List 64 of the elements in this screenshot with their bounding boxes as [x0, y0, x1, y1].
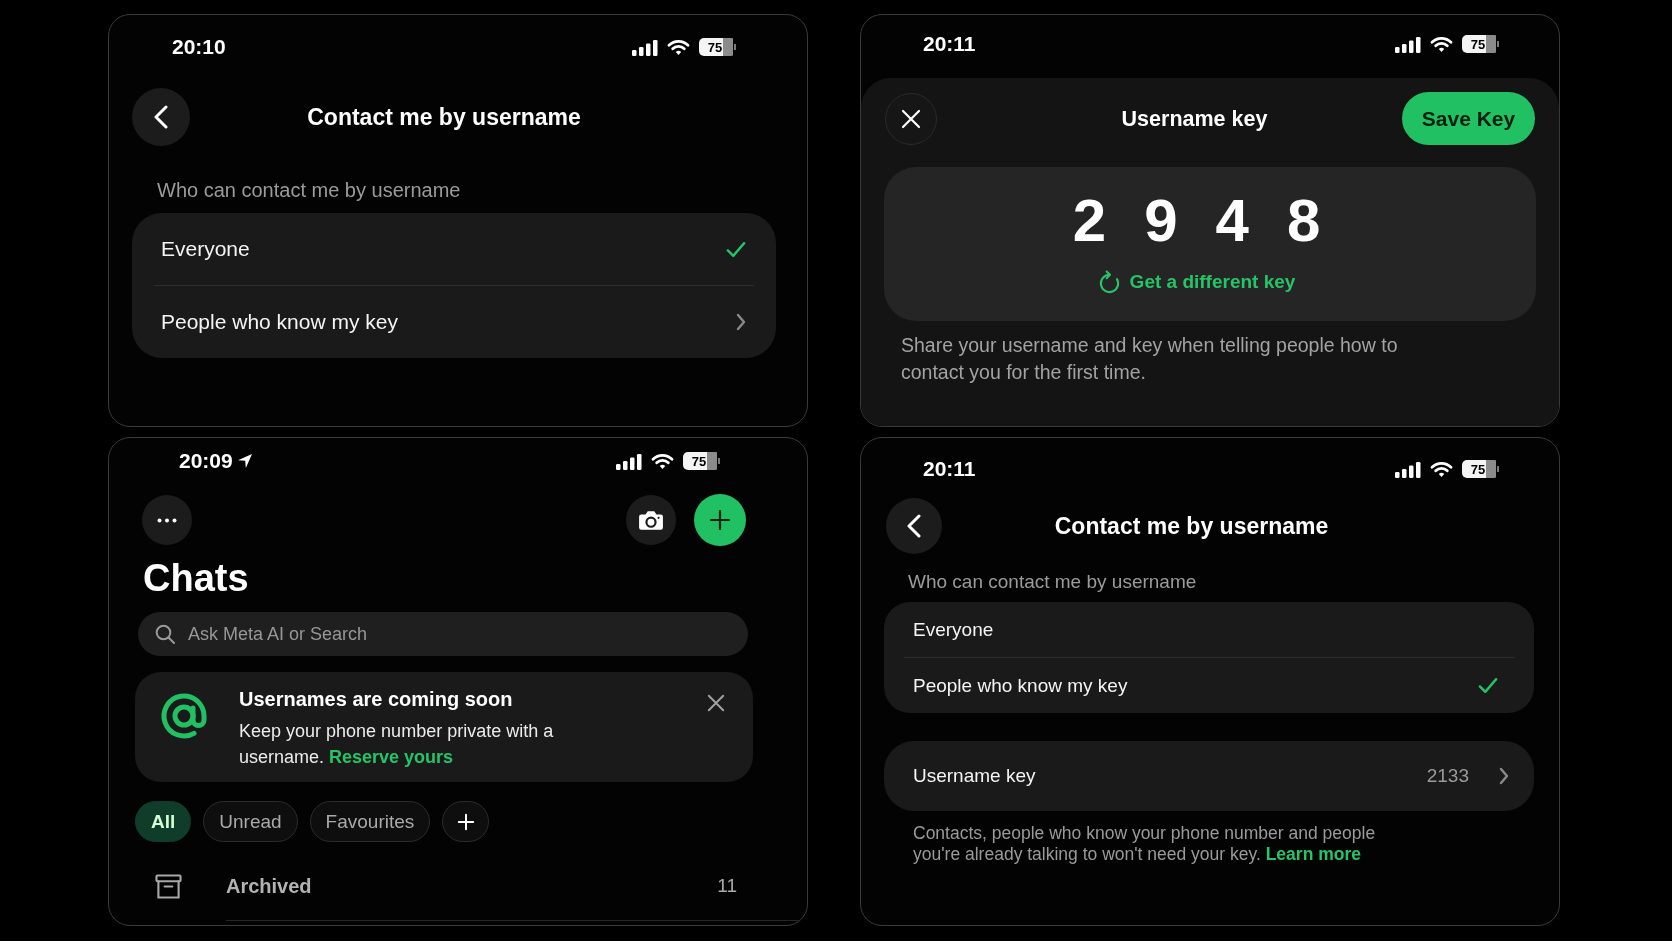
key-digit: 9 — [1144, 191, 1178, 251]
reserve-link[interactable]: Reserve yours — [329, 747, 454, 767]
status-time: 20:11 — [923, 457, 976, 481]
at-sign-icon — [159, 691, 209, 741]
section-label: Who can contact me by username — [157, 179, 461, 201]
battery-indicator: 75 — [1462, 460, 1499, 478]
username-key-row[interactable]: Username key 2133 — [884, 741, 1534, 811]
camera-button[interactable] — [626, 495, 676, 545]
battery-indicator: 75 — [683, 452, 720, 470]
close-button[interactable] — [707, 694, 725, 712]
archived-count: 11 — [717, 875, 737, 897]
archive-box-icon — [155, 873, 182, 899]
new-chat-button[interactable] — [694, 494, 746, 546]
page-title: Chats — [143, 556, 249, 600]
refresh-icon — [1097, 268, 1121, 295]
close-icon — [901, 108, 921, 129]
option-row[interactable]: People who know my key — [884, 658, 1534, 713]
close-icon — [707, 694, 725, 712]
battery-indicator: 75 — [1462, 35, 1499, 53]
signal-icon — [1395, 35, 1421, 53]
banner-text: Keep your phone number private with a username. Reserve yours — [239, 720, 555, 769]
battery-indicator: 75 — [699, 38, 736, 56]
signal-icon — [1395, 460, 1421, 478]
screen-title: Contact me by username — [1054, 512, 1329, 540]
filter-chip[interactable]: Favourites — [309, 801, 431, 842]
key-value: 2133 — [1426, 765, 1469, 787]
more-icon — [157, 517, 177, 523]
archived-row[interactable]: Archived 11 — [155, 866, 737, 906]
filter-chip[interactable]: Unread — [203, 801, 298, 842]
screen-title: Contact me by username — [307, 103, 581, 131]
save-key-button[interactable]: Save Key — [1402, 92, 1535, 145]
learn-more-link[interactable]: Learn more — [1265, 844, 1361, 864]
option-row[interactable]: Everyone — [884, 602, 1534, 657]
signal-icon — [632, 38, 658, 56]
wifi-icon — [1430, 460, 1453, 478]
footnote-text: Contacts, people who know your phone number and people you're already talking to won't need your key. Learn more — [913, 823, 1377, 865]
option-row[interactable]: People who know my key — [132, 286, 776, 358]
key-digit: 2 — [1072, 191, 1107, 251]
section-label: Who can contact me by username — [908, 571, 1197, 593]
back-button[interactable] — [886, 498, 942, 554]
wifi-icon — [651, 452, 674, 470]
signal-icon — [616, 452, 642, 470]
filter-chip[interactable]: All — [135, 801, 192, 842]
key-digit: 4 — [1215, 191, 1249, 251]
status-time: 20:11 — [923, 32, 976, 56]
wifi-icon — [667, 38, 690, 56]
screen-title: Username key — [1121, 105, 1268, 133]
status-time: 20:09 — [179, 449, 233, 473]
status-time: 20:10 — [172, 35, 226, 59]
banner-title: Usernames are coming soon — [239, 687, 513, 711]
plus-icon — [456, 812, 475, 831]
search-icon — [155, 624, 175, 644]
back-chevron-icon — [907, 514, 921, 538]
chevron-right-icon — [1499, 767, 1509, 785]
get-different-key-link[interactable]: Get a different key — [1097, 268, 1296, 295]
plus-icon — [710, 510, 730, 530]
option-row[interactable]: Everyone — [132, 213, 776, 285]
add-filter-button[interactable] — [442, 801, 490, 842]
wifi-icon — [1430, 35, 1453, 53]
description-text: Share your username and key when telling people how to contact you for the first time. — [901, 333, 1399, 385]
search-field[interactable]: Ask Meta AI or Search — [138, 612, 748, 656]
back-chevron-icon — [154, 105, 168, 129]
camera-icon — [638, 509, 664, 531]
key-digit: 8 — [1286, 191, 1321, 251]
